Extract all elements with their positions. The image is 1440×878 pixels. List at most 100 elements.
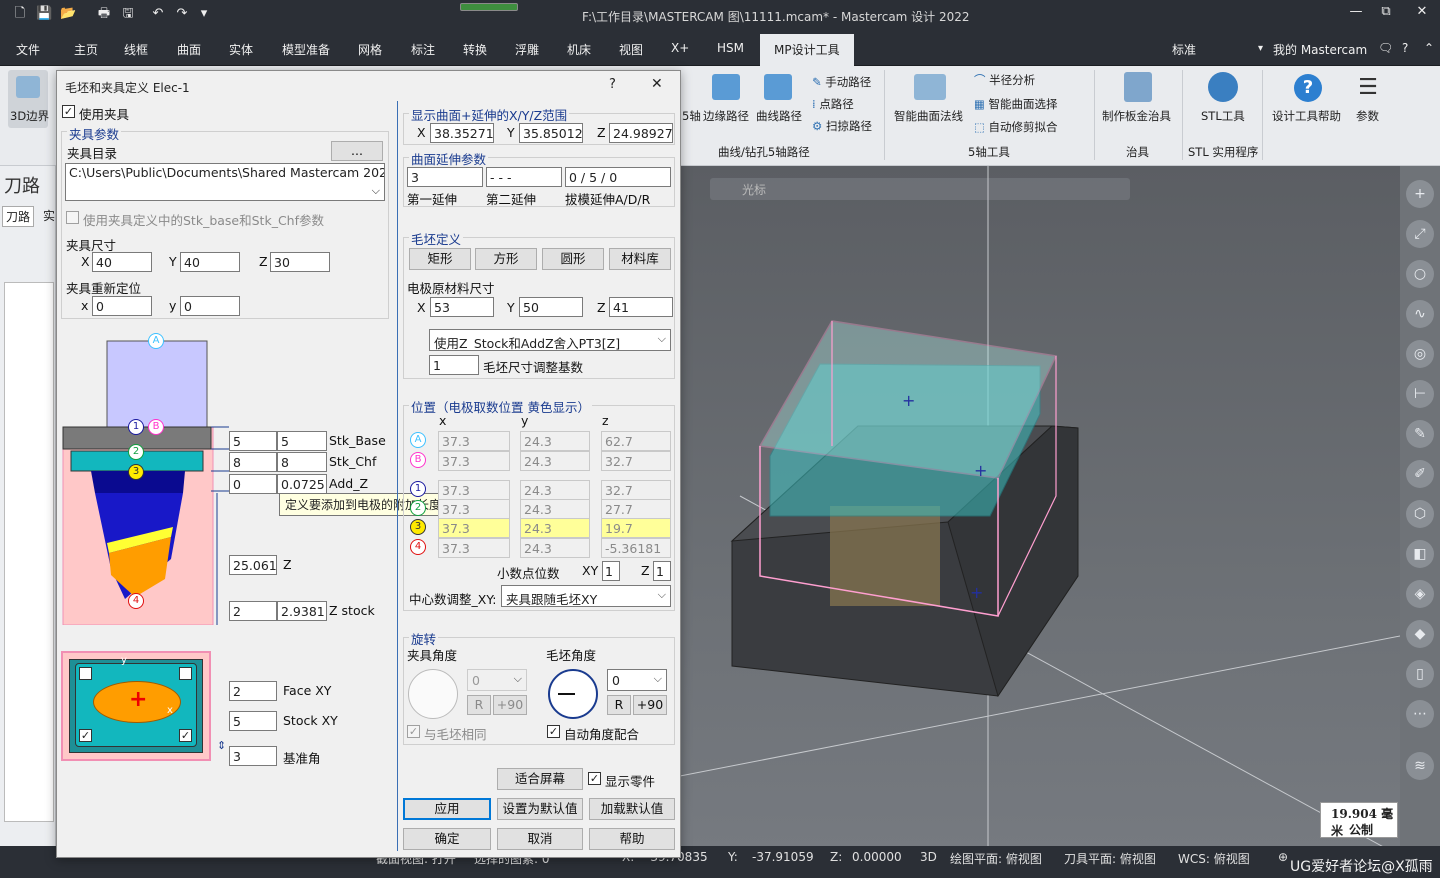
round-base-input[interactable]: 1	[429, 355, 479, 375]
sheet-metal-icon[interactable]	[1124, 72, 1152, 102]
z-input[interactable]: 25.061	[229, 555, 277, 575]
smart-surface-normal-button[interactable]: 智能曲面法线	[894, 108, 963, 124]
parameters-button[interactable]: 参数	[1356, 108, 1379, 124]
question-icon[interactable]: ?	[1294, 74, 1322, 102]
tab-mesh[interactable]: 网格	[358, 41, 382, 58]
apply-button[interactable]: 应用	[403, 798, 491, 820]
tab-home[interactable]: 主页	[74, 41, 98, 58]
fixture-dir-combo[interactable]: C:\Users\Public\Documents\Shared Masterc…	[65, 163, 385, 201]
face-xy-input[interactable]: 2	[229, 681, 277, 701]
save-as-icon[interactable]: 🖫	[120, 6, 136, 22]
sliders-icon[interactable]: ☰	[1352, 74, 1384, 102]
edge-path-button[interactable]: 边缘路径	[703, 108, 749, 124]
dialog-help-button[interactable]: ?	[609, 77, 616, 92]
corner-checkbox-br[interactable]: ✓	[179, 729, 192, 742]
globe-icon[interactable]: ⊕	[1278, 850, 1288, 864]
dialog-close-button[interactable]: ✕	[651, 76, 663, 92]
my-mastercam-link[interactable]: 我的 Mastercam	[1273, 41, 1367, 58]
info-icon[interactable]: ▯	[1406, 660, 1434, 688]
customize-qa-icon[interactable]: ▾	[196, 6, 212, 22]
print-icon[interactable]: 🖶	[96, 6, 112, 22]
corner-checkbox-bl[interactable]: ✓	[79, 729, 92, 742]
help-icon[interactable]: ?	[1402, 41, 1408, 55]
ok-button[interactable]: 确定	[403, 828, 491, 850]
measure-icon[interactable]: ⊢	[1406, 380, 1434, 408]
stock-reset-button[interactable]: R	[607, 695, 631, 715]
fixture-reloc-x[interactable]: 0	[92, 296, 152, 316]
tab-machine[interactable]: 机床	[567, 41, 591, 58]
stk-base-input-a[interactable]: 5	[229, 431, 277, 451]
base-angle-input[interactable]: 3	[229, 746, 277, 766]
tab-view[interactable]: 视图	[619, 41, 643, 58]
rect-button[interactable]: 矩形	[409, 248, 471, 270]
rotate-icon[interactable]: ○	[1406, 260, 1434, 288]
tab-transform[interactable]: 转换	[463, 41, 487, 58]
graphics-viewport[interactable]: 光标 + + + 19.904 毫米 公制	[680, 166, 1400, 856]
mode-3d[interactable]: 3D	[920, 850, 937, 864]
curve-path-icon[interactable]	[764, 74, 792, 100]
fixture-size-y[interactable]: 40	[180, 252, 240, 272]
chevron-down-icon[interactable]: ⌵	[372, 184, 380, 198]
layout-standard[interactable]: 标准	[1172, 41, 1196, 58]
fixture-angle-select[interactable]: 0 ⌵	[467, 669, 527, 691]
tab-hsm[interactable]: HSM	[717, 41, 744, 55]
stl-globe-icon[interactable]	[1208, 72, 1238, 102]
tab-xplus[interactable]: X+	[671, 41, 689, 55]
decimals-xy-input[interactable]: 1	[602, 561, 620, 581]
color-icon[interactable]: ◈	[1406, 580, 1434, 608]
stk-chf-input-a[interactable]: 8	[229, 452, 277, 472]
tab-wireframe[interactable]: 线框	[124, 41, 148, 58]
browse-button[interactable]: ...	[331, 141, 383, 161]
fit-screen-button[interactable]: 适合屏幕	[497, 768, 583, 790]
center-adjust-select[interactable]: 夹具跟随毛坯XY ⌵	[501, 585, 671, 607]
edge-path-icon[interactable]	[712, 74, 740, 100]
add-z-input-b[interactable]: 0.0725	[277, 474, 327, 494]
paint-icon[interactable]: ◆	[1406, 620, 1434, 648]
design-help-button[interactable]: 设计工具帮助	[1272, 108, 1341, 124]
fixture-plus90-button[interactable]: +90	[493, 695, 527, 715]
dropdown-arrow-icon[interactable]: ▾	[1258, 43, 1263, 54]
tab-surface[interactable]: 曲面	[177, 41, 201, 58]
electrode-size-x[interactable]: 53	[430, 297, 494, 317]
layers-icon[interactable]: ≋	[1406, 752, 1434, 780]
zoom-in-icon[interactable]: +	[1406, 180, 1434, 208]
new-file-icon[interactable]: 🗋	[12, 6, 28, 22]
tab-emboss[interactable]: 浮雕	[515, 41, 539, 58]
electrode-size-z[interactable]: 41	[609, 297, 673, 317]
show-parts-checkbox[interactable]: ✓	[588, 772, 601, 785]
auto-angle-checkbox[interactable]: ✓	[547, 725, 560, 738]
tab-mp-design-tools[interactable]: MP设计工具	[760, 34, 854, 67]
view-icon[interactable]: ◎	[1406, 340, 1434, 368]
sheet-metal-fixture-button[interactable]: 制作板金治具	[1102, 108, 1171, 124]
stl-tool-button[interactable]: STL工具	[1201, 108, 1245, 124]
close-window-button[interactable]: ✕	[1412, 4, 1432, 19]
open-folder-icon[interactable]: 📂	[60, 6, 76, 22]
toolpath-tree[interactable]	[4, 282, 54, 822]
fixture-reloc-y[interactable]: 0	[180, 296, 240, 316]
smart-normal-icon[interactable]	[914, 74, 946, 100]
set-default-button[interactable]: 设置为默认值	[497, 798, 583, 820]
cube-icon[interactable]: ⬡	[1406, 500, 1434, 528]
manual-path-button[interactable]: ✎ 手动路径	[812, 74, 871, 90]
dots-icon[interactable]: ⋯	[1406, 700, 1434, 728]
stk-base-input-b[interactable]: 5	[277, 431, 327, 451]
minimize-button[interactable]: —	[1346, 4, 1366, 19]
tab-toolpath[interactable]: 刀路	[2, 206, 35, 227]
cancel-button[interactable]: 取消	[497, 828, 583, 850]
use-stk-params-checkbox[interactable]	[66, 211, 79, 224]
corner-checkbox-tr[interactable]	[179, 667, 192, 680]
fixture-size-x[interactable]: 40	[92, 252, 152, 272]
auto-trim-button[interactable]: ⬚ 自动修剪拟合	[974, 119, 1058, 135]
smart-select-button[interactable]: ▦ 智能曲面选择	[974, 96, 1058, 112]
tab-solid[interactable]: 实体	[229, 41, 253, 58]
use-fixture-checkbox[interactable]: ✓	[62, 105, 75, 118]
maximize-button[interactable]: ⧉	[1376, 4, 1396, 19]
wcs-status[interactable]: WCS: 俯视图	[1178, 850, 1250, 867]
stock-angle-dial[interactable]	[548, 669, 598, 719]
sweep-path-button[interactable]: ⚙ 扫掠路径	[812, 118, 872, 134]
eraser-icon[interactable]: ✐	[1406, 460, 1434, 488]
curve-icon[interactable]: ∿	[1406, 300, 1434, 328]
second-extension-input[interactable]: - - -	[486, 167, 562, 187]
fixture-size-z[interactable]: 30	[270, 252, 330, 272]
stk-chf-input-b[interactable]: 8	[277, 452, 327, 472]
